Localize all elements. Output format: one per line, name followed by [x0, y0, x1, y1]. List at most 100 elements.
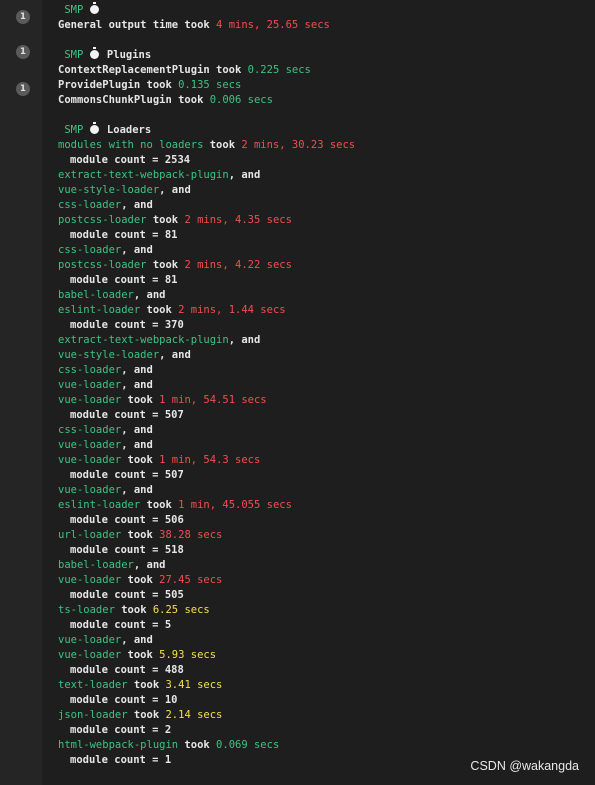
console-output: SMP General output time took 4 mins, 25.…: [58, 2, 595, 768]
console-line: module count = 505: [58, 588, 595, 603]
stopwatch-icon: [89, 122, 99, 134]
console-text: , and: [228, 169, 261, 181]
watermark: CSDN @wakangda: [470, 759, 579, 773]
console-line: eslint-loader took 2 mins, 1.44 secs: [58, 303, 595, 318]
console-text: General output time took: [58, 19, 217, 31]
console-line: module count = 506: [58, 513, 595, 528]
console-text: 6.25 secs: [152, 604, 210, 616]
console-line: SMP: [58, 2, 595, 18]
console-text: 0.069 secs: [216, 739, 280, 751]
console-text: took: [127, 679, 166, 691]
console-text: 4 mins, 25.65 secs: [216, 19, 330, 31]
console-text: ProvidePlugin took: [58, 79, 179, 91]
console-text: 1 min, 54.3 secs: [159, 454, 261, 466]
console-line: module count = 81: [58, 273, 595, 288]
console-text: module count = 488: [70, 664, 184, 676]
console-text: module count = 5: [70, 619, 172, 631]
console-text: 2 mins, 30.23 secs: [241, 139, 356, 151]
console-text: , and: [121, 439, 153, 451]
console-line: vue-loader took 27.45 secs: [58, 573, 595, 588]
console-line: module count = 2: [58, 723, 595, 738]
console-line: vue-loader, and: [58, 633, 595, 648]
console-text: , and: [121, 634, 153, 646]
console-text: css-loader: [58, 199, 122, 211]
console-text: vue-loader: [58, 649, 122, 661]
console-text: modules with no loaders: [58, 139, 204, 151]
console-line: modules with no loaders took 2 mins, 30.…: [58, 138, 595, 153]
console-text: took: [178, 739, 217, 751]
smp-label: SMP: [58, 49, 90, 61]
console-line: module count = 507: [58, 468, 595, 483]
console-text: vue-loader: [58, 574, 122, 586]
console-line: vue-loader took 5.93 secs: [58, 648, 595, 663]
line-badge[interactable]: 1: [16, 82, 30, 96]
console-text: babel-loader: [58, 289, 134, 301]
console-line: vue-loader took 1 min, 54.51 secs: [58, 393, 595, 408]
console-text: 2 mins, 4.35 secs: [184, 214, 292, 226]
console-text: took: [114, 604, 153, 616]
console-line: vue-style-loader, and: [58, 348, 595, 363]
console-text: vue-loader: [58, 439, 122, 451]
console-text: extract-text-webpack-plugin: [58, 169, 229, 181]
console-line: module count = 518: [58, 543, 595, 558]
console-text: , and: [133, 289, 166, 301]
console-text: took: [121, 529, 160, 541]
console-line: css-loader, and: [58, 423, 595, 438]
console-text: took: [146, 214, 185, 226]
console-line: extract-text-webpack-plugin, and: [58, 168, 595, 183]
stopwatch-icon: [89, 2, 99, 14]
console-text: module count = 507: [70, 409, 184, 421]
stopwatch-icon: [89, 47, 99, 59]
console-text: ContextReplacementPlugin took: [58, 64, 248, 76]
console-text: , and: [121, 364, 153, 376]
line-badge[interactable]: 1: [16, 10, 30, 24]
console-line: ProvidePlugin took 0.135 secs: [58, 78, 595, 93]
console-line: module count = 10: [58, 693, 595, 708]
console-text: vue-loader: [58, 379, 122, 391]
console-text: text-loader: [58, 679, 128, 691]
smp-label: SMP: [58, 4, 90, 16]
console-text: vue-loader: [58, 454, 122, 466]
console-text: module count = 10: [70, 694, 178, 706]
console-text: css-loader: [58, 244, 122, 256]
console-text: html-webpack-plugin: [58, 739, 179, 751]
console-line: vue-loader took 1 min, 54.3 secs: [58, 453, 595, 468]
console-text: took: [121, 454, 160, 466]
console-line: vue-style-loader, and: [58, 183, 595, 198]
console-text: took: [127, 709, 166, 721]
console-text: module count = 2534: [70, 154, 191, 166]
console-text: took: [121, 649, 160, 661]
console-text: eslint-loader: [58, 499, 141, 511]
line-badge[interactable]: 1: [16, 45, 30, 59]
console-text: postcss-loader: [58, 214, 147, 226]
console-line: css-loader, and: [58, 198, 595, 213]
console-line: vue-loader, and: [58, 438, 595, 453]
console-line: json-loader took 2.14 secs: [58, 708, 595, 723]
console-line: ContextReplacementPlugin took 0.225 secs: [58, 63, 595, 78]
console-line: module count = 5: [58, 618, 595, 633]
console-line: css-loader, and: [58, 243, 595, 258]
editor-gutter: 1 1 1: [0, 0, 42, 785]
console-text: took: [140, 499, 179, 511]
console-line: module count = 488: [58, 663, 595, 678]
console-text: took: [121, 394, 160, 406]
console-line: SMP Plugins: [58, 47, 595, 63]
console-line: CommonsChunkPlugin took 0.006 secs: [58, 93, 595, 108]
console-line: html-webpack-plugin took 0.069 secs: [58, 738, 595, 753]
console-text: postcss-loader: [58, 259, 147, 271]
console-text: 0.225 secs: [247, 64, 311, 76]
console-text: url-loader: [58, 529, 122, 541]
console-text: 0.135 secs: [178, 79, 242, 91]
console-text: vue-loader: [58, 634, 122, 646]
console-line: babel-loader, and: [58, 558, 595, 573]
console-text: 1 min, 45.055 secs: [178, 499, 292, 511]
console-line: extract-text-webpack-plugin, and: [58, 333, 595, 348]
console-text: , and: [121, 379, 153, 391]
console-text: , and: [228, 334, 261, 346]
console-text: module count = 506: [70, 514, 184, 526]
console-text: Plugins: [100, 49, 152, 61]
console-text: module count = 507: [70, 469, 184, 481]
console-line: ts-loader took 6.25 secs: [58, 603, 595, 618]
console-text: module count = 81: [70, 229, 178, 241]
